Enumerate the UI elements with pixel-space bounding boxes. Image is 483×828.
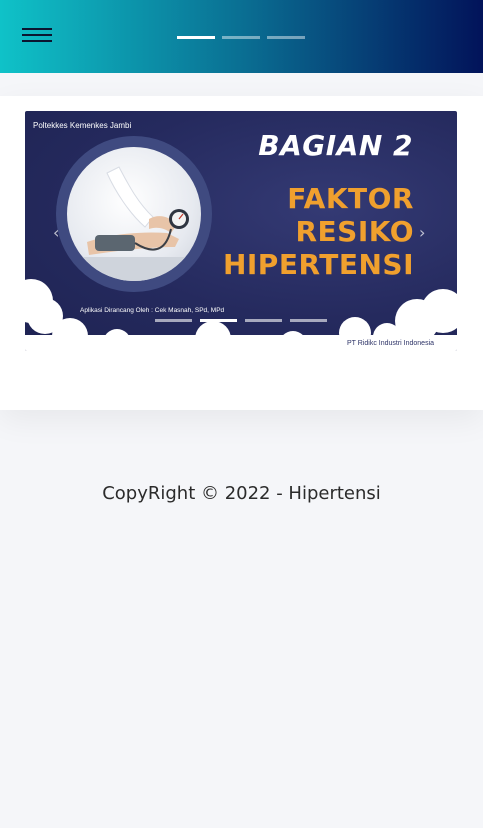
hamburger-menu-icon[interactable] [22,26,52,46]
header-slide-indicator-2[interactable] [222,36,260,39]
header-slide-indicator-3[interactable] [267,36,305,39]
banner-slide-indicator-2[interactable] [200,319,237,322]
credit-text: Aplikasi Dirancang Oleh : Cek Masnah, SP… [80,307,225,314]
cloud-decoration [25,279,457,351]
banner-slide-indicator-4[interactable] [290,319,327,322]
company-label: PT Ridikc Industri Indonesia [347,340,435,347]
header-slide-indicator-1[interactable] [177,36,215,39]
hero-banner[interactable]: Poltekkes Kemenkes Jambi BAGIAN 2 FAKTOR… [25,111,457,351]
banner-slide-indicator-1[interactable] [155,319,192,322]
banner-slide-indicator-3[interactable] [245,319,282,322]
top-header [0,0,483,73]
copyright-text: CopyRight © 2022 - Hipertensi [102,483,381,504]
